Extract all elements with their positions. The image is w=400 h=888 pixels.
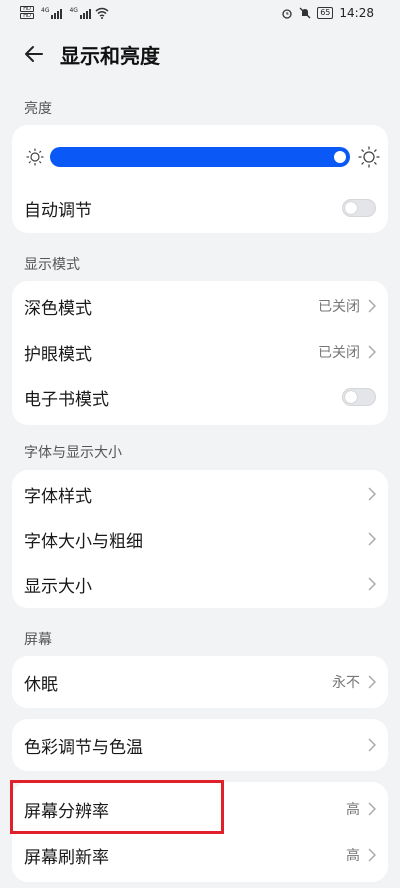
network1-type: 4G bbox=[41, 6, 50, 14]
alarm-icon bbox=[282, 9, 292, 19]
ebook-mode-row[interactable]: 电子书模式 bbox=[12, 374, 388, 420]
eye-comfort-label: 护眼模式 bbox=[24, 344, 92, 365]
signal-icon: 4G bbox=[41, 6, 63, 19]
display-size-label: 显示大小 bbox=[24, 576, 92, 597]
chevron-right-icon bbox=[368, 675, 376, 689]
wifi-icon bbox=[95, 7, 109, 19]
eye-comfort-row[interactable]: 护眼模式 已关闭 bbox=[12, 329, 388, 375]
sim-icon: HD HD bbox=[20, 6, 34, 19]
ebook-mode-label: 电子书模式 bbox=[24, 389, 109, 410]
brightness-slider-row bbox=[12, 135, 388, 181]
display-mode-card: 深色模式 已关闭 护眼模式 已关闭 电子书模式 bbox=[12, 281, 388, 425]
sim2-badge: HD bbox=[20, 13, 34, 19]
font-style-row[interactable]: 字体样式 bbox=[12, 471, 388, 517]
section-label-display-mode: 显示模式 bbox=[24, 257, 80, 273]
sleep-label: 休眠 bbox=[24, 674, 58, 695]
color-temperature-row[interactable]: 色彩调节与色温 bbox=[12, 722, 388, 768]
signal-icon: 4G bbox=[69, 6, 91, 19]
font-size-label: 字体大小与粗细 bbox=[24, 531, 143, 552]
brightness-card: 自动调节 bbox=[12, 125, 388, 233]
font-size-row[interactable]: 字体大小与粗细 bbox=[12, 516, 388, 562]
status-bar: HD HD 4G 4G 65 14:28 bbox=[0, 0, 400, 28]
brightness-slider[interactable] bbox=[50, 147, 350, 167]
auto-brightness-row[interactable]: 自动调节 bbox=[12, 185, 388, 231]
sun-high-icon bbox=[358, 146, 380, 168]
screen-resolution-value: 高 bbox=[346, 802, 360, 818]
sleep-card: 休眠 永不 bbox=[12, 656, 388, 708]
status-right: 65 14:28 bbox=[281, 6, 374, 20]
mute-icon bbox=[299, 7, 311, 19]
sleep-row[interactable]: 休眠 永不 bbox=[12, 659, 388, 705]
chevron-right-icon bbox=[368, 299, 376, 313]
back-arrow-icon[interactable] bbox=[22, 42, 46, 66]
chevron-right-icon bbox=[368, 345, 376, 359]
section-label-screen: 屏幕 bbox=[24, 632, 52, 648]
auto-brightness-label: 自动调节 bbox=[24, 200, 92, 221]
refresh-rate-label: 屏幕刷新率 bbox=[24, 847, 109, 868]
chevron-right-icon bbox=[368, 487, 376, 501]
page-title: 显示和亮度 bbox=[60, 44, 160, 68]
chevron-right-icon bbox=[368, 802, 376, 816]
dark-mode-value: 已关闭 bbox=[318, 299, 360, 315]
color-card: 色彩调节与色温 bbox=[12, 719, 388, 771]
auto-brightness-toggle[interactable] bbox=[342, 199, 376, 217]
dark-mode-row[interactable]: 深色模式 已关闭 bbox=[12, 283, 388, 329]
eye-comfort-value: 已关闭 bbox=[318, 345, 360, 361]
status-left: HD HD 4G 4G bbox=[20, 6, 109, 19]
color-temperature-label: 色彩调节与色温 bbox=[24, 737, 143, 758]
refresh-rate-row[interactable]: 屏幕刷新率 高 bbox=[12, 832, 388, 878]
clock: 14:28 bbox=[339, 6, 374, 20]
battery-icon: 65 bbox=[317, 7, 334, 19]
chevron-right-icon bbox=[368, 532, 376, 546]
section-label-brightness: 亮度 bbox=[24, 101, 52, 117]
sleep-value: 永不 bbox=[332, 675, 360, 691]
brightness-slider-knob[interactable] bbox=[334, 151, 346, 163]
highlight-box bbox=[10, 780, 224, 834]
font-style-label: 字体样式 bbox=[24, 486, 92, 507]
sun-low-icon bbox=[26, 148, 44, 166]
ebook-mode-toggle[interactable] bbox=[342, 388, 376, 406]
chevron-right-icon bbox=[368, 577, 376, 591]
section-label-font: 字体与显示大小 bbox=[24, 445, 122, 461]
font-card: 字体样式 字体大小与粗细 显示大小 bbox=[12, 470, 388, 608]
dark-mode-label: 深色模式 bbox=[24, 298, 92, 319]
refresh-rate-value: 高 bbox=[346, 848, 360, 864]
chevron-right-icon bbox=[368, 738, 376, 752]
title-bar: 显示和亮度 bbox=[0, 28, 400, 80]
network2-type: 4G bbox=[69, 6, 78, 14]
sim1-badge: HD bbox=[20, 6, 34, 12]
display-size-row[interactable]: 显示大小 bbox=[12, 561, 388, 607]
chevron-right-icon bbox=[368, 848, 376, 862]
